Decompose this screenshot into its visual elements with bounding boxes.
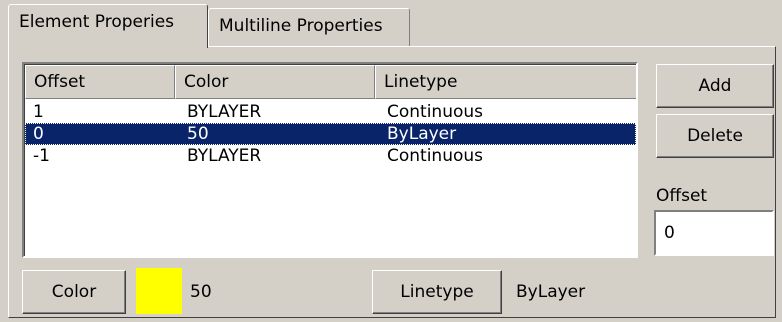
row-color: 50 [187,124,209,144]
offset-input[interactable] [654,210,774,256]
column-header-color[interactable]: Color [175,65,375,99]
tab-strip: Element Properies Multiline Properties [0,0,782,48]
row-offset: -1 [33,146,50,166]
column-header-linetype[interactable]: Linetype [375,65,636,99]
linetype-button[interactable]: Linetype [372,270,502,314]
list-row-selected[interactable]: 0 50 ByLayer [25,123,636,145]
row-offset: 0 [33,124,44,144]
list-row[interactable]: -1 BYLAYER Continuous [25,145,636,167]
list-row[interactable]: 1 BYLAYER Continuous [25,101,636,123]
row-color: BYLAYER [187,102,262,122]
delete-button[interactable]: Delete [656,114,774,158]
offset-label: Offset [656,186,708,206]
add-button[interactable]: Add [656,64,774,108]
list-header: Offset Color Linetype [25,65,636,99]
tab-element-properties[interactable]: Element Properies [8,4,208,48]
row-linetype: Continuous [387,146,484,166]
color-swatch [136,268,182,314]
elements-list[interactable]: Offset Color Linetype 1 BYLAYER Continuo… [22,62,638,258]
color-value: 50 [190,282,212,302]
list-rows: 1 BYLAYER Continuous 0 50 ByLayer -1 BYL… [25,101,636,167]
column-header-offset[interactable]: Offset [25,65,175,99]
row-linetype: Continuous [387,102,484,122]
row-linetype: ByLayer [387,124,457,144]
color-button[interactable]: Color [22,270,126,314]
row-color: BYLAYER [187,146,262,166]
row-offset: 1 [33,102,44,122]
linetype-value: ByLayer [516,282,586,302]
tab-multiline-properties[interactable]: Multiline Properties [208,8,410,46]
list-frame: Offset Color Linetype 1 BYLAYER Continuo… [24,64,636,256]
